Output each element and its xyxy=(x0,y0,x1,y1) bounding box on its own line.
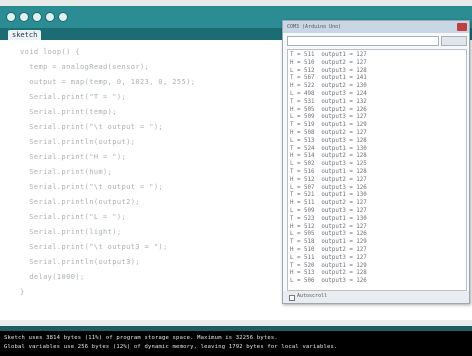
serial-row: H = 508 output2 = 127 xyxy=(290,130,367,136)
code-line: Serial.print(hum); xyxy=(20,168,113,176)
serial-monitor-title: COM3 (Arduino Uno) xyxy=(283,21,469,33)
close-icon[interactable] xyxy=(457,23,467,31)
serial-output: T = 511 output1 = 127 H = 510 output2 = 1… xyxy=(287,49,467,291)
console-output: Sketch uses 3814 bytes (11%) of program … xyxy=(0,331,472,356)
serial-row: H = 505 output2 = 126 xyxy=(290,106,367,113)
serial-row: H = 510 output2 = 127 xyxy=(290,59,367,66)
code-line: delay(1000); xyxy=(20,273,85,281)
open-icon[interactable] xyxy=(45,12,55,22)
console-line: Sketch uses 3814 bytes (11%) of program … xyxy=(4,335,278,341)
code-line: Serial.print("\t output = "); xyxy=(20,123,164,131)
serial-row: H = 512 output2 = 127 xyxy=(290,223,367,230)
save-icon[interactable] xyxy=(58,12,68,22)
code-line: Serial.print("\t output = "); xyxy=(20,183,164,191)
serial-row: H = 514 output2 = 128 xyxy=(290,153,367,160)
serial-row: T = 524 output1 = 130 xyxy=(290,145,367,152)
code-line: Serial.print("\t output3 = "); xyxy=(20,243,168,251)
serial-row: H = 512 output2 = 127 xyxy=(290,176,367,183)
serial-row: L = 502 output3 = 125 xyxy=(290,161,367,168)
code-line: void loop() { xyxy=(20,48,80,56)
serial-row: H = 522 output2 = 130 xyxy=(290,83,367,90)
serial-row: H = 513 output2 = 128 xyxy=(290,270,367,277)
serial-row: T = 567 output1 = 141 xyxy=(290,75,367,82)
code-line: Serial.println(output); xyxy=(20,138,136,146)
serial-input[interactable] xyxy=(287,36,439,46)
serial-row: T = 511 output1 = 127 xyxy=(290,52,367,58)
serial-footer: Autoscroll xyxy=(283,291,469,303)
serial-row: T = 520 output1 = 129 xyxy=(290,262,367,269)
code-line: output = map(temp, 0, 1023, 0, 255); xyxy=(20,78,196,86)
serial-monitor-window: COM3 (Arduino Uno) T = 511 output1 = 127… xyxy=(282,20,470,304)
code-line: Serial.print(temp); xyxy=(20,108,117,116)
verify-icon[interactable] xyxy=(6,12,16,22)
serial-row: T = 521 output1 = 130 xyxy=(290,192,367,199)
serial-row: L = 509 output3 = 127 xyxy=(290,208,367,214)
serial-row: T = 531 output1 = 132 xyxy=(290,98,367,105)
tab-sketch[interactable]: sketch xyxy=(8,30,42,40)
serial-row: T = 519 output1 = 129 xyxy=(290,122,367,129)
serial-row: H = 510 output2 = 127 xyxy=(290,247,367,253)
serial-row: T = 516 output1 = 128 xyxy=(290,169,367,175)
code-line: Serial.print("L = "); xyxy=(20,213,127,221)
autoscroll-checkbox[interactable] xyxy=(289,295,295,301)
serial-row: L = 498 output3 = 124 xyxy=(290,91,367,97)
code-line: Serial.print("H = "); xyxy=(20,153,127,161)
upload-icon[interactable] xyxy=(19,12,29,22)
serial-row: H = 511 output2 = 127 xyxy=(290,200,367,207)
console-line: Global variables use 256 bytes (12%) of … xyxy=(4,344,338,350)
code-line: temp = analogRead(sensor); xyxy=(20,63,150,71)
serial-row: L = 506 output3 = 126 xyxy=(290,278,367,285)
serial-row: L = 511 output3 = 127 xyxy=(290,254,367,261)
autoscroll-label: Autoscroll xyxy=(297,293,328,299)
serial-row: L = 505 output3 = 126 xyxy=(290,231,367,238)
code-line: Serial.print(light); xyxy=(20,228,122,236)
serial-row: L = 507 output3 = 126 xyxy=(290,184,367,191)
serial-row: L = 512 output3 = 128 xyxy=(290,67,367,74)
send-button[interactable] xyxy=(441,36,467,46)
serial-row: T = 523 output1 = 130 xyxy=(290,215,367,222)
new-icon[interactable] xyxy=(32,12,42,22)
code-line: Serial.print("T = "); xyxy=(20,93,127,101)
code-line: } xyxy=(20,288,25,296)
serial-row: T = 518 output1 = 129 xyxy=(290,239,367,246)
serial-row: L = 509 output3 = 127 xyxy=(290,114,367,121)
serial-row: L = 513 output3 = 128 xyxy=(290,137,367,144)
code-line: Serial.println(output2); xyxy=(20,198,140,206)
code-line: Serial.println(output3); xyxy=(20,258,140,266)
